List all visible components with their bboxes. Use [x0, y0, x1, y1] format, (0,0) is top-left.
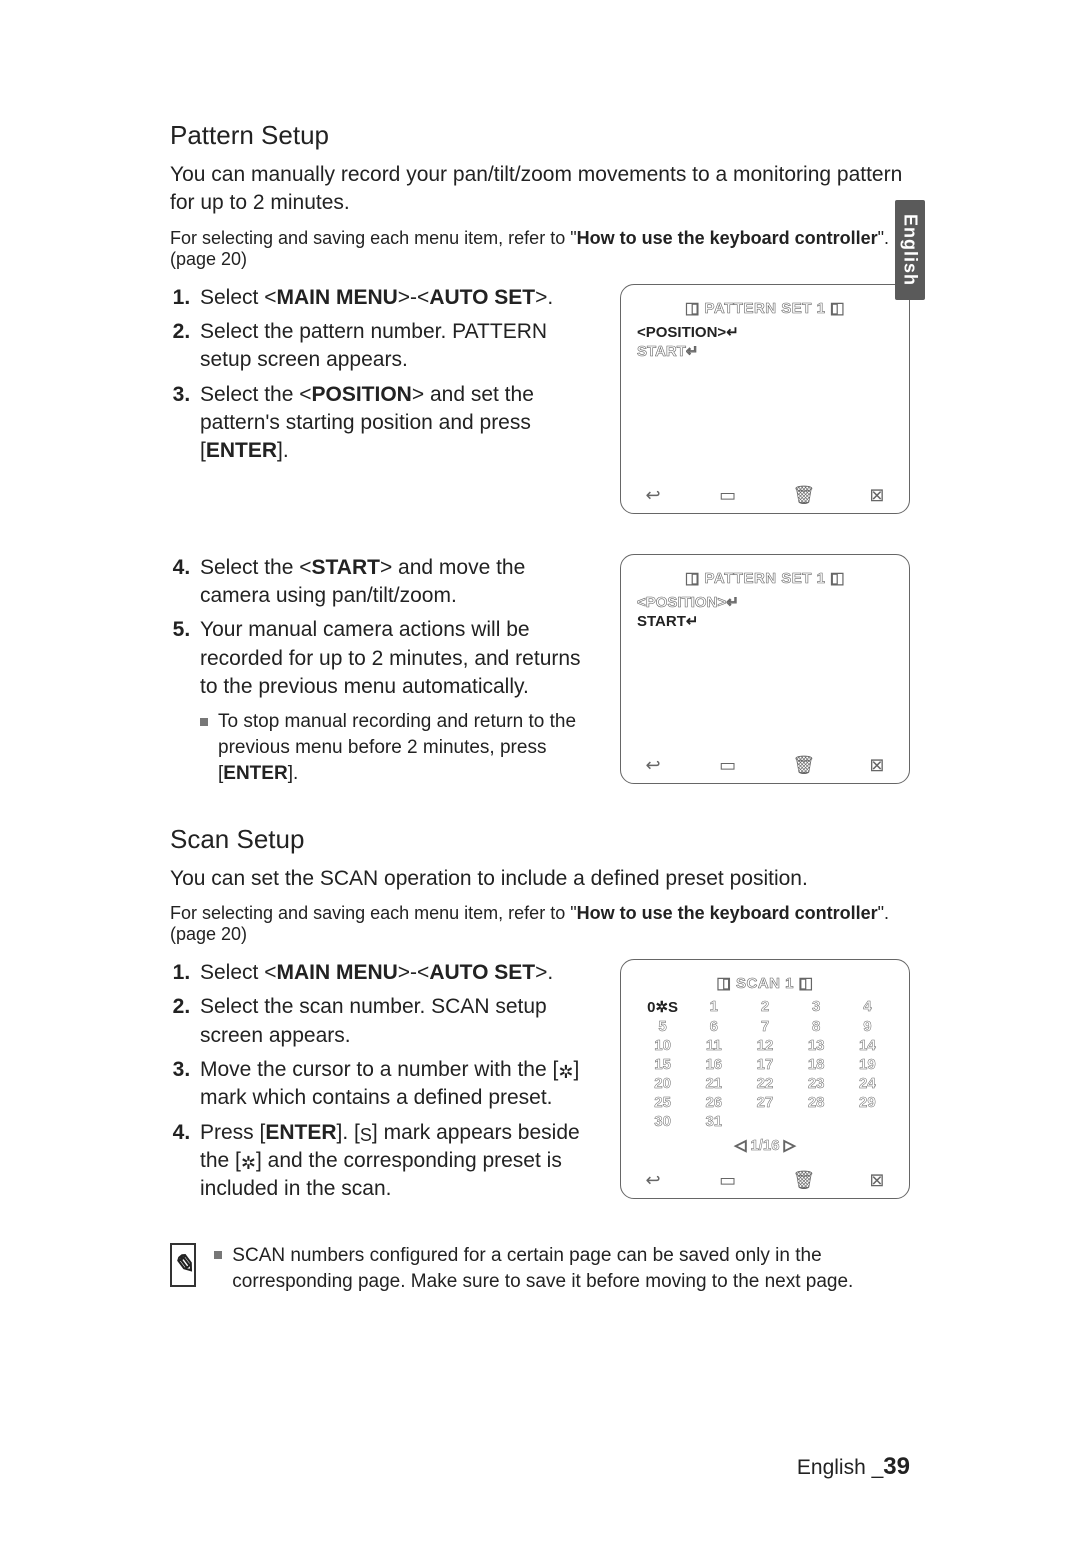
osd-pattern-1: ◧ PATTERN SET 1 ◨ <POSITION>↵ START↵ ↩ ▭…: [620, 284, 910, 514]
page-footer: English _39: [797, 1453, 910, 1481]
scan-cell: 30: [637, 1113, 688, 1130]
scan-steps: Select <MAIN MENU>-<AUTO SET>. Select th…: [170, 959, 600, 1204]
step-4: Select the <START> and move the camera u…: [196, 554, 600, 611]
back-icon: ↩: [643, 1170, 663, 1188]
step-1: Select <MAIN MENU>-<AUTO SET>.: [196, 284, 600, 312]
close-icon: ⊠: [867, 1170, 887, 1188]
save-icon: ▭: [718, 1170, 738, 1188]
osd-icon-row: ↩ ▭ 🗑 ⊠: [637, 485, 893, 503]
step-2: Select the pattern number. PATTERN setup…: [196, 318, 600, 375]
osd-title: ◧ PATTERN SET 1 ◨: [637, 569, 893, 587]
pattern-setup-intro: You can manually record your pan/tilt/zo…: [170, 161, 910, 218]
note-block: ✎ SCAN numbers configured for a certain …: [170, 1243, 910, 1294]
manual-page: English Pattern Setup You can manually r…: [0, 0, 1080, 1541]
osd-line-position: <POSITION>↵: [637, 323, 893, 343]
scan-cell: 11: [688, 1037, 739, 1054]
scan-block: Select <MAIN MENU>-<AUTO SET>. Select th…: [170, 959, 910, 1229]
scan-cell: 12: [739, 1037, 790, 1054]
scan-cell: 31: [688, 1113, 739, 1130]
scan-cell: 25: [637, 1094, 688, 1111]
osd-pattern-2: ◧ PATTERN SET 1 ◨ <POSITION>↵ START↵ ↩ ▭…: [620, 554, 910, 784]
note-icon: ✎: [170, 1243, 196, 1287]
scan-cell: 0✲S: [637, 998, 688, 1016]
scan-step-4: Press [ENTER]. [S] mark appears beside t…: [196, 1119, 600, 1204]
preset-mark-icon: ✲: [558, 1060, 573, 1084]
scan-step-1: Select <MAIN MENU>-<AUTO SET>.: [196, 959, 600, 987]
osd-title: ◧ PATTERN SET 1 ◨: [637, 299, 893, 317]
pattern-block-a: Select <MAIN MENU>-<AUTO SET>. Select th…: [170, 284, 910, 544]
pattern-setup-heading: Pattern Setup: [170, 120, 910, 151]
scan-cell: 3: [791, 998, 842, 1016]
pattern-steps-b: Select the <START> and move the camera u…: [170, 554, 600, 787]
scan-number-grid: 0✲S1234567891011121314151617181920212223…: [637, 998, 893, 1130]
scan-cell: 14: [842, 1037, 893, 1054]
scan-cell: 5: [637, 1018, 688, 1035]
step-5: Your manual camera actions will be recor…: [196, 616, 600, 786]
scan-cell: 10: [637, 1037, 688, 1054]
scan-cell: 22: [739, 1075, 790, 1092]
scan-cell: 4: [842, 998, 893, 1016]
s-mark-icon: S: [360, 1123, 372, 1147]
pattern-setup-subnote: For selecting and saving each menu item,…: [170, 228, 910, 270]
scan-cell: 19: [842, 1056, 893, 1073]
osd-line-start: START↵: [637, 342, 893, 362]
scan-setup-intro: You can set the SCAN operation to includ…: [170, 865, 910, 893]
step-5-note: To stop manual recording and return to t…: [200, 709, 600, 786]
pattern-steps-a: Select <MAIN MENU>-<AUTO SET>. Select th…: [170, 284, 600, 466]
scan-step-2: Select the scan number. SCAN setup scree…: [196, 993, 600, 1050]
osd-title: ◧ SCAN 1 ◨: [637, 974, 893, 992]
step-3: Select the <POSITION> and set the patter…: [196, 381, 600, 466]
back-icon: ↩: [643, 755, 663, 773]
scan-cell: 27: [739, 1094, 790, 1111]
scan-cell: 2: [739, 998, 790, 1016]
scan-cell: 23: [791, 1075, 842, 1092]
preset-mark-icon: ✲: [241, 1151, 256, 1175]
scan-cell: 18: [791, 1056, 842, 1073]
scan-setup-heading: Scan Setup: [170, 824, 910, 855]
scan-cell: 17: [739, 1056, 790, 1073]
back-icon: ↩: [643, 485, 663, 503]
delete-icon: 🗑: [792, 485, 812, 503]
save-icon: ▭: [718, 485, 738, 503]
scan-cell: 13: [791, 1037, 842, 1054]
scan-setup-subnote: For selecting and saving each menu item,…: [170, 903, 910, 945]
close-icon: ⊠: [867, 485, 887, 503]
scan-page-indicator: ◁ 1/16 ▷: [735, 1137, 796, 1154]
scan-step-3: Move the cursor to a number with the [✲]…: [196, 1056, 600, 1113]
note-text: SCAN numbers configured for a certain pa…: [214, 1243, 910, 1294]
osd-line-position: <POSITION>↵: [637, 593, 893, 613]
save-icon: ▭: [718, 755, 738, 773]
scan-cell: 15: [637, 1056, 688, 1073]
osd-line-start: START↵: [637, 612, 893, 632]
close-icon: ⊠: [867, 755, 887, 773]
scan-cell: 1: [688, 998, 739, 1016]
scan-cell: 9: [842, 1018, 893, 1035]
scan-cell: 21: [688, 1075, 739, 1092]
scan-cell: 24: [842, 1075, 893, 1092]
delete-icon: 🗑: [792, 755, 812, 773]
scan-cell: 6: [688, 1018, 739, 1035]
scan-cell: 28: [791, 1094, 842, 1111]
scan-cell: 16: [688, 1056, 739, 1073]
osd-icon-row: ↩ ▭ 🗑 ⊠: [637, 1170, 893, 1188]
scan-cell: 29: [842, 1094, 893, 1111]
delete-icon: 🗑: [792, 1170, 812, 1188]
pattern-block-b: Select the <START> and move the camera u…: [170, 554, 910, 814]
osd-scan: ◧ SCAN 1 ◨ 0✲S12345678910111213141516171…: [620, 959, 910, 1199]
osd-icon-row: ↩ ▭ 🗑 ⊠: [637, 755, 893, 773]
language-tab: English: [895, 200, 925, 300]
scan-cell: 8: [791, 1018, 842, 1035]
scan-cell: 26: [688, 1094, 739, 1111]
scan-cell: 20: [637, 1075, 688, 1092]
scan-cell: 7: [739, 1018, 790, 1035]
